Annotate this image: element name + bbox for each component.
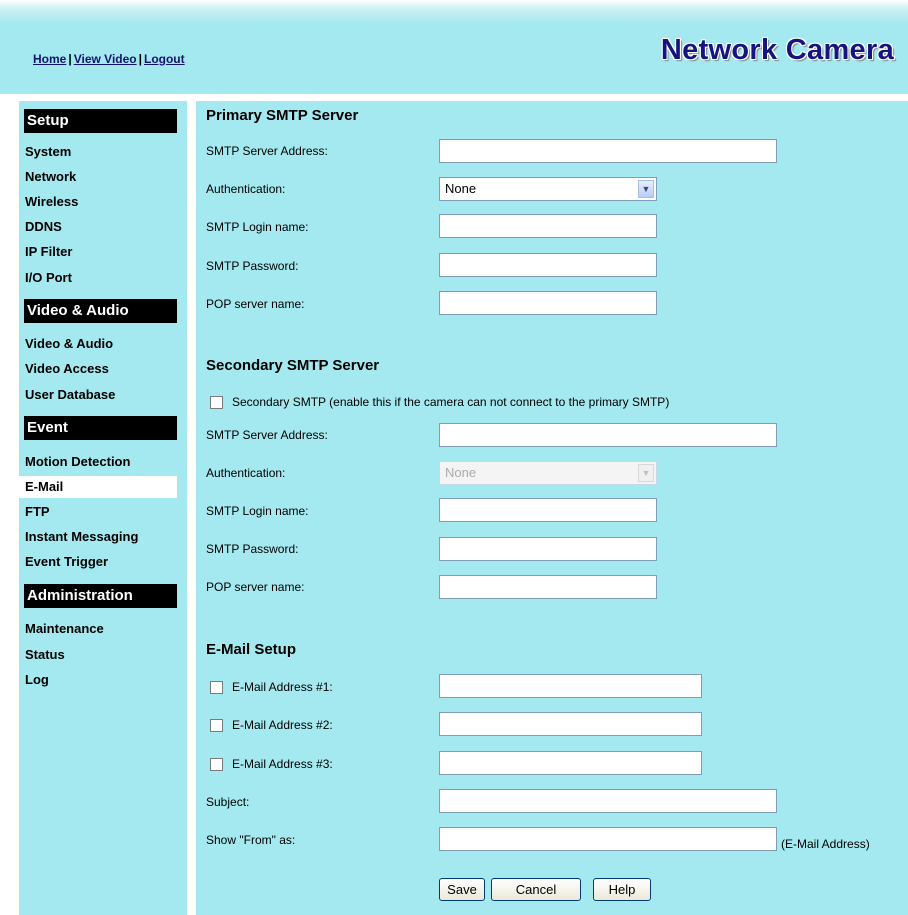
email-setup-title: E-Mail Setup — [206, 641, 297, 658]
email-address1-label: E-Mail Address #1: — [232, 680, 333, 694]
from-input[interactable] — [439, 827, 777, 851]
sidebar-item-log[interactable]: Log — [19, 669, 177, 691]
primary-login-label: SMTP Login name: — [206, 220, 309, 234]
save-button[interactable]: Save — [439, 878, 485, 901]
sidebar-item-video-audio[interactable]: Video & Audio — [19, 333, 177, 355]
sidebar-item-io-port[interactable]: I/O Port — [19, 267, 177, 289]
primary-smtp-title: Primary SMTP Server — [206, 107, 359, 124]
subject-input[interactable] — [439, 789, 777, 813]
secondary-server-label: SMTP Server Address: — [206, 428, 328, 442]
view-video-link[interactable]: View Video — [74, 52, 137, 66]
primary-pop-input[interactable] — [439, 291, 657, 315]
email-address2-label: E-Mail Address #2: — [232, 718, 333, 732]
header-bar: Home | View Video | Logout Network Camera — [0, 0, 908, 94]
cancel-button[interactable]: Cancel — [491, 878, 581, 901]
email-address2-checkbox[interactable] — [210, 718, 223, 732]
sidebar-item-video-access[interactable]: Video Access — [19, 358, 177, 380]
sidebar: Setup System Network Wireless DDNS IP Fi… — [19, 101, 187, 915]
sidebar-item-wireless[interactable]: Wireless — [19, 191, 177, 213]
secondary-password-label: SMTP Password: — [206, 542, 299, 556]
secondary-login-input[interactable] — [439, 498, 657, 522]
nav-separator: | — [138, 52, 142, 66]
sidebar-item-system[interactable]: System — [19, 141, 177, 163]
primary-server-input[interactable] — [439, 139, 777, 163]
primary-server-label: SMTP Server Address: — [206, 144, 328, 158]
sidebar-item-user-database[interactable]: User Database — [19, 384, 177, 406]
secondary-enable-label: Secondary SMTP (enable this if the camer… — [232, 395, 670, 409]
email-address3-label: E-Mail Address #3: — [232, 757, 333, 771]
secondary-pop-input[interactable] — [439, 575, 657, 599]
sidebar-item-status[interactable]: Status — [19, 644, 177, 666]
from-label: Show "From" as: — [206, 833, 296, 847]
email-address1-row: E-Mail Address #1: — [210, 680, 333, 694]
sidebar-heading-video-audio: Video & Audio — [24, 299, 177, 323]
secondary-server-input[interactable] — [439, 423, 777, 447]
sidebar-item-instant-messaging[interactable]: Instant Messaging — [19, 526, 177, 548]
sidebar-item-ip-filter[interactable]: IP Filter — [19, 241, 177, 263]
chevron-down-icon: ▼ — [638, 180, 654, 198]
primary-password-input[interactable] — [439, 253, 657, 277]
email-address3-input[interactable] — [439, 751, 702, 775]
sidebar-item-email[interactable]: E-Mail — [19, 476, 177, 498]
sidebar-item-ftp[interactable]: FTP — [19, 501, 177, 523]
sidebar-item-event-trigger[interactable]: Event Trigger — [19, 551, 177, 573]
secondary-password-input[interactable] — [439, 537, 657, 561]
help-button[interactable]: Help — [593, 878, 651, 901]
sidebar-heading-event: Event — [24, 416, 177, 440]
from-note: (E-Mail Address) — [781, 837, 870, 851]
email-address2-input[interactable] — [439, 712, 702, 736]
email-address3-checkbox[interactable] — [210, 757, 223, 771]
brand-logo: Network Camera — [660, 34, 894, 66]
secondary-auth-label: Authentication: — [206, 466, 286, 480]
secondary-enable-checkbox[interactable] — [210, 395, 223, 409]
email-address2-row: E-Mail Address #2: — [210, 718, 333, 732]
secondary-enable-row: Secondary SMTP (enable this if the camer… — [210, 395, 669, 409]
primary-password-label: SMTP Password: — [206, 259, 299, 273]
sidebar-item-ddns[interactable]: DDNS — [19, 216, 177, 238]
chevron-down-icon: ▼ — [638, 464, 654, 482]
email-address1-checkbox[interactable] — [210, 680, 223, 694]
secondary-auth-value: None — [445, 465, 477, 480]
primary-auth-value: None — [445, 181, 477, 196]
secondary-smtp-title: Secondary SMTP Server — [206, 357, 380, 374]
primary-auth-select[interactable]: None ▼ — [439, 177, 657, 201]
nav-separator: | — [68, 52, 72, 66]
email-address3-row: E-Mail Address #3: — [210, 757, 333, 771]
secondary-pop-label: POP server name: — [206, 580, 305, 594]
primary-login-input[interactable] — [439, 214, 657, 238]
sidebar-item-motion-detection[interactable]: Motion Detection — [19, 451, 177, 473]
subject-label: Subject: — [206, 795, 250, 809]
secondary-login-label: SMTP Login name: — [206, 504, 309, 518]
sidebar-heading-administration: Administration — [24, 584, 177, 608]
main-content: Primary SMTP Server SMTP Server Address:… — [196, 101, 908, 915]
primary-pop-label: POP server name: — [206, 297, 305, 311]
sidebar-item-maintenance[interactable]: Maintenance — [19, 618, 177, 640]
primary-auth-label: Authentication: — [206, 182, 286, 196]
secondary-auth-select[interactable]: None ▼ — [439, 461, 657, 485]
sidebar-item-network[interactable]: Network — [19, 166, 177, 188]
email-address1-input[interactable] — [439, 674, 702, 698]
sidebar-heading-setup: Setup — [24, 109, 177, 133]
home-link[interactable]: Home — [33, 52, 66, 66]
top-nav: Home | View Video | Logout — [33, 52, 185, 66]
logout-link[interactable]: Logout — [144, 52, 185, 66]
